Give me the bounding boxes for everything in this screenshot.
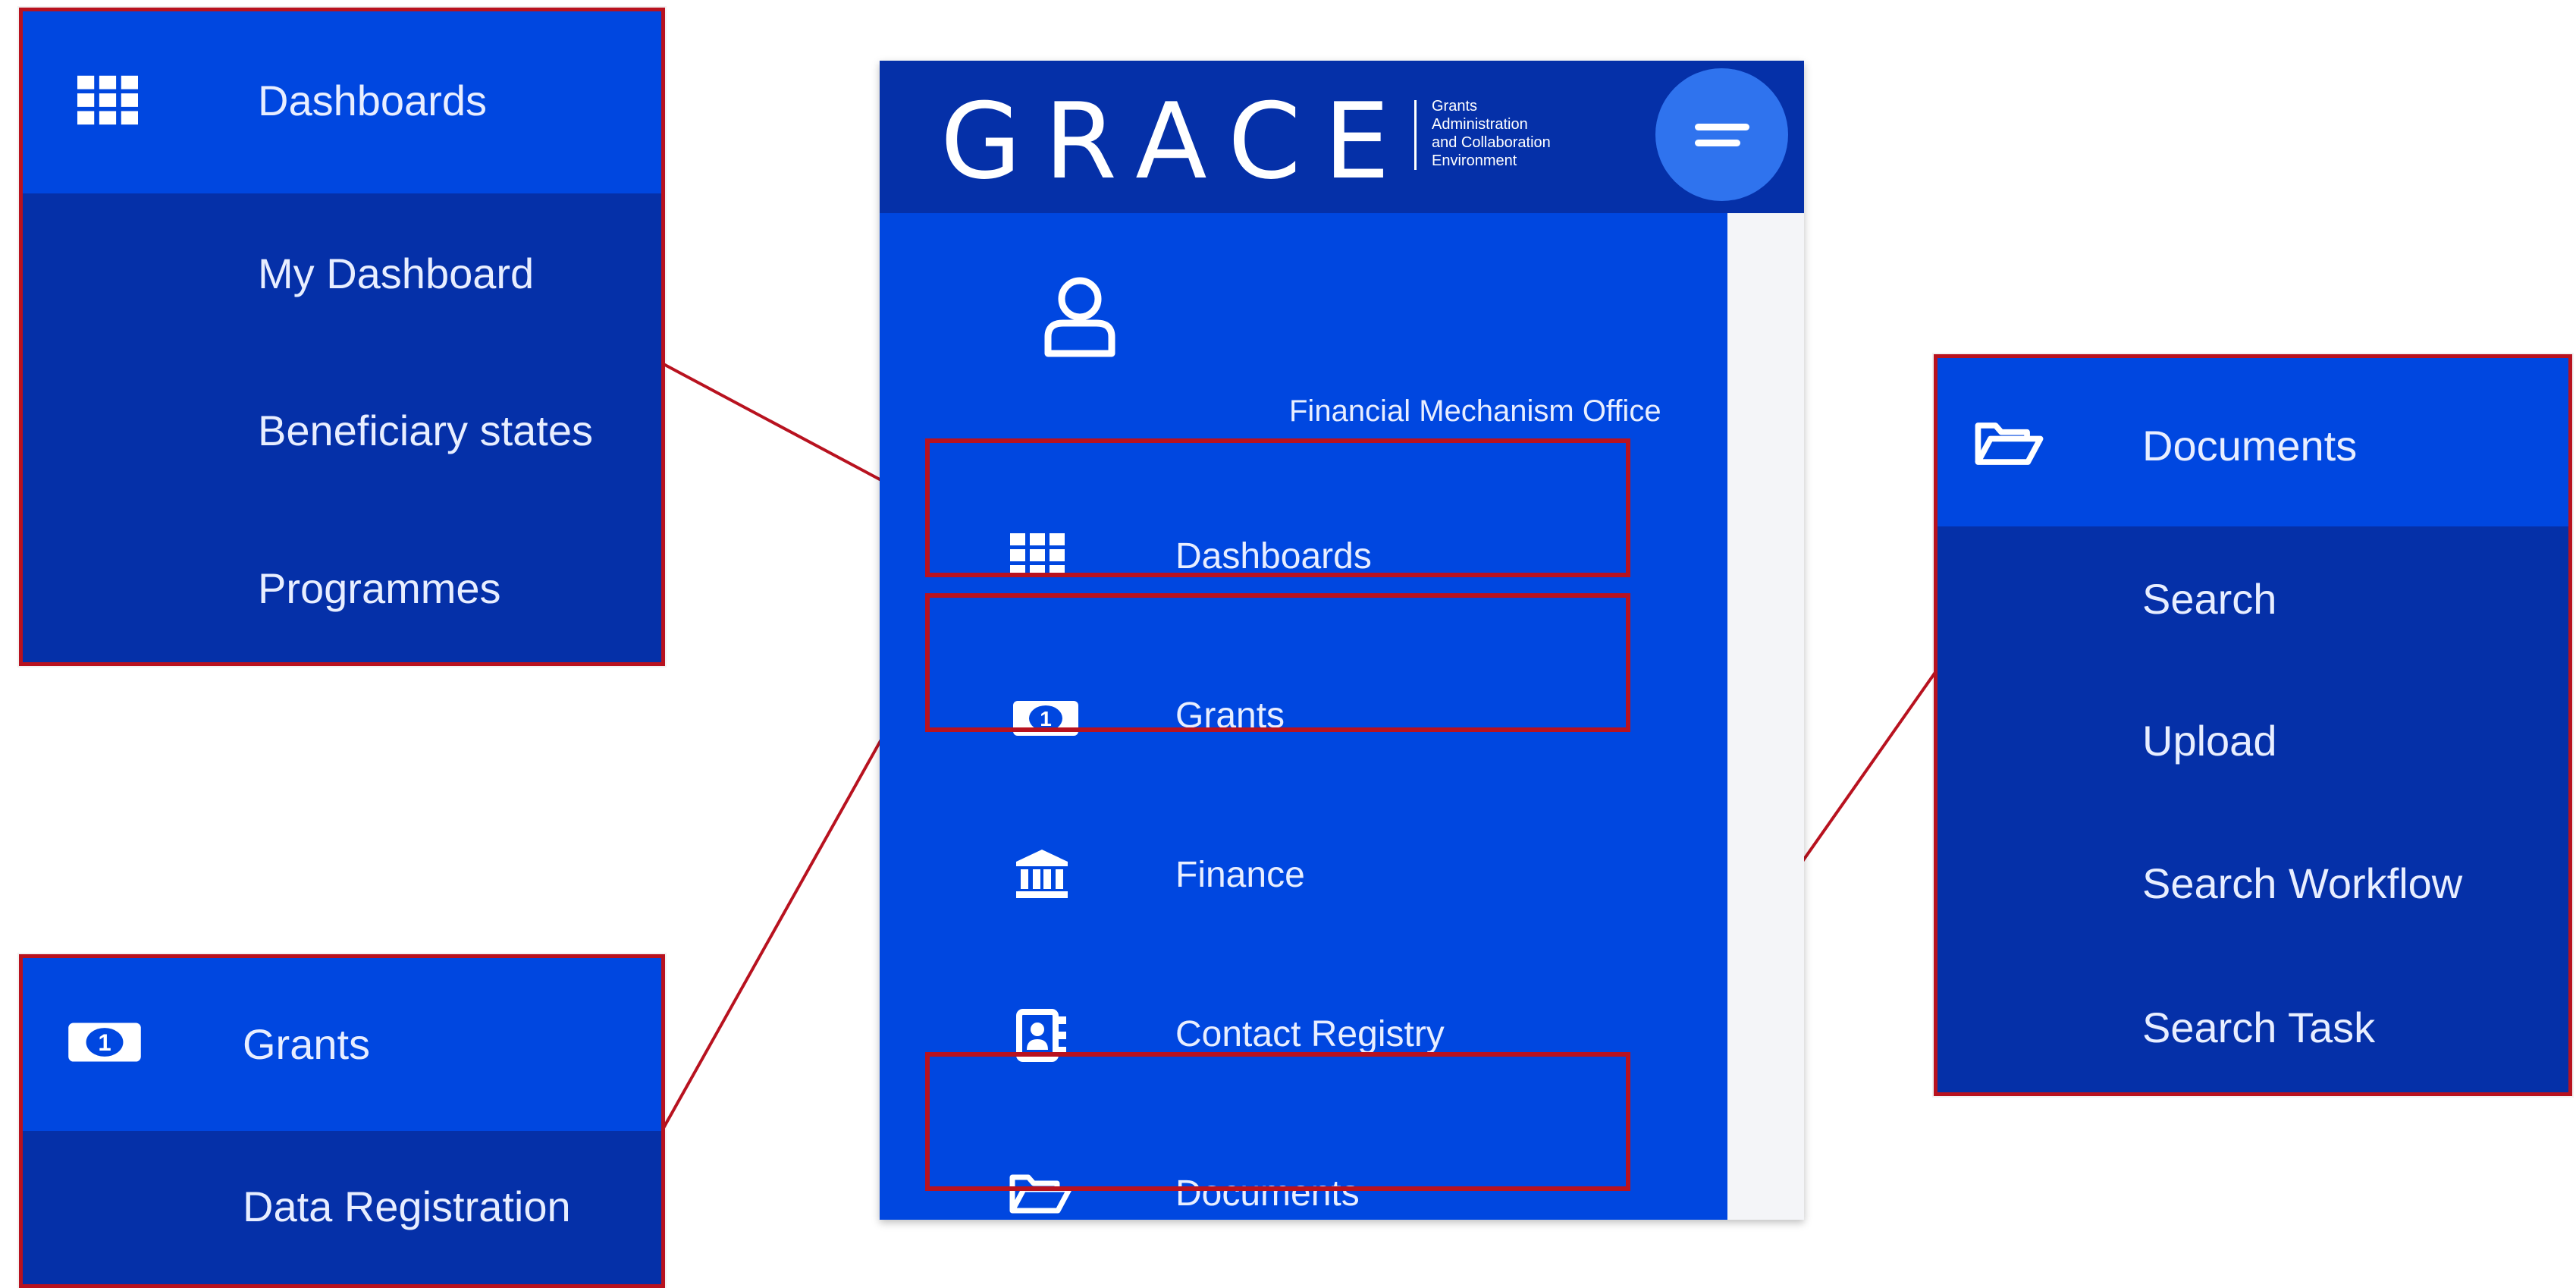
callout-dashboards-title: Dashboards (258, 77, 487, 124)
logo-separator (1414, 100, 1417, 170)
callout-grants-header[interactable]: 1 Grants (23, 958, 661, 1131)
highlight-grants (925, 593, 1630, 732)
banknote-icon: 1 (68, 1023, 141, 1062)
callout-dashboards-submenu: Dashboards My Dashboard Beneficiary stat… (19, 8, 665, 666)
app-logo: GRACE (940, 80, 1413, 203)
bank-icon (1016, 850, 1068, 898)
submenu-item-programmes[interactable]: Programmes (258, 567, 501, 610)
callout-grants-submenu: 1 Grants Data Registration (19, 954, 665, 1288)
user-icon (1044, 277, 1115, 357)
folder-open-icon (1975, 423, 2044, 465)
submenu-item-search-workflow[interactable]: Search Workflow (2142, 862, 2462, 905)
svg-text:1: 1 (98, 1029, 111, 1056)
callout-dashboards-header[interactable]: Dashboards (23, 11, 661, 193)
highlight-documents (925, 1052, 1630, 1191)
callout-documents-submenu: Documents Search Upload Search Workflow … (1934, 354, 2572, 1096)
callout-documents-title: Documents (2142, 422, 2358, 470)
highlight-dashboards (925, 438, 1630, 577)
user-profile[interactable]: Financial Mechanism Office (925, 250, 1714, 426)
app-header: GRACE Grants Administration and Collabor… (880, 61, 1804, 213)
submenu-item-beneficiary-states[interactable]: Beneficiary states (258, 410, 593, 452)
callout-documents-header[interactable]: Documents (1937, 358, 2568, 526)
grid-icon (77, 75, 138, 125)
nav-label-contact-registry: Contact Registry (1175, 1014, 1445, 1054)
submenu-item-data-registration[interactable]: Data Registration (243, 1186, 571, 1228)
user-org-name: Financial Mechanism Office (1289, 394, 1661, 428)
submenu-item-search[interactable]: Search (2142, 578, 2276, 620)
menu-toggle-button[interactable] (1655, 68, 1788, 201)
nav-item-finance[interactable]: Finance (880, 759, 1727, 918)
logo-tagline: Grants Administration and Collaboration … (1432, 98, 1551, 169)
nav-label-finance: Finance (1175, 855, 1305, 895)
submenu-item-search-task[interactable]: Search Task (2142, 1007, 2375, 1049)
callout-grants-title: Grants (243, 1020, 371, 1068)
content-area-edge (1727, 213, 1804, 1220)
sidebar: GRACE Grants Administration and Collabor… (880, 61, 1804, 1220)
submenu-item-my-dashboard[interactable]: My Dashboard (258, 253, 534, 295)
submenu-item-upload[interactable]: Upload (2142, 720, 2276, 762)
